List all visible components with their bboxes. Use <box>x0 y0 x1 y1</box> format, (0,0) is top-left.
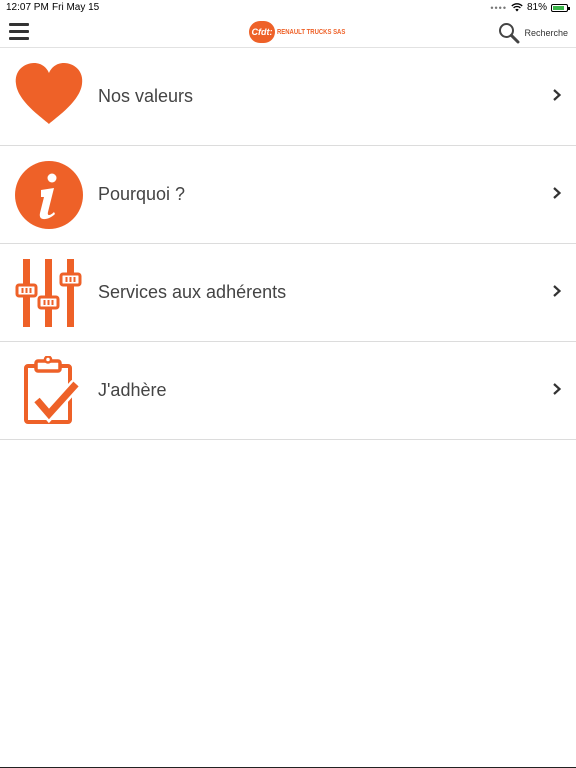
signal-dots-icon: •••• <box>490 2 507 13</box>
search-label: Recherche <box>524 28 568 38</box>
status-right: •••• 81% <box>490 2 570 13</box>
menu-list: Nos valeurs Pourquoi ? Services aux adhé… <box>0 48 576 440</box>
hamburger-icon <box>9 30 29 33</box>
chevron-right-icon <box>553 89 562 101</box>
menu-item-services-aux-adherents[interactable]: Services aux adhérents <box>0 244 576 342</box>
chevron-right-icon <box>553 383 562 395</box>
sliders-icon <box>15 259 82 327</box>
clipboard-check-icon <box>24 356 81 424</box>
logo-badge: Cfdt: <box>249 21 275 43</box>
heart-icon <box>15 63 83 124</box>
info-icon <box>15 161 83 229</box>
hamburger-menu-button[interactable] <box>9 23 29 41</box>
battery-percent: 81% <box>526 2 547 13</box>
menu-item-nos-valeurs[interactable]: Nos valeurs <box>0 48 576 146</box>
logo-text: RENAULT TRUCKS SAS <box>277 28 346 36</box>
chevron-right-icon <box>553 187 562 199</box>
chevron-right-icon <box>553 285 562 297</box>
menu-item-label: Pourquoi ? <box>98 184 186 204</box>
status-bar: 12:07 PM Fri May 15 •••• 81% <box>0 0 576 16</box>
search-button[interactable]: Recherche <box>498 22 568 44</box>
menu-item-pourquoi[interactable]: Pourquoi ? <box>0 146 576 244</box>
menu-item-label: J'adhère <box>98 380 167 400</box>
hamburger-icon <box>9 37 29 40</box>
hamburger-icon <box>9 23 29 26</box>
wifi-icon <box>511 3 523 12</box>
search-icon <box>499 23 520 44</box>
status-date: Fri May 15 <box>52 2 100 13</box>
battery-icon <box>551 3 570 12</box>
battery-fill <box>553 5 564 10</box>
menu-item-j-adhere[interactable]: J'adhère <box>0 342 576 440</box>
app-logo: Cfdt: RENAULT TRUCKS SAS <box>249 20 357 44</box>
status-time: 12:07 PM <box>6 2 49 13</box>
menu-item-label: Nos valeurs <box>98 86 194 106</box>
nav-bar: Cfdt: RENAULT TRUCKS SAS Recherche <box>0 16 576 48</box>
menu-item-label: Services aux adhérents <box>98 282 287 302</box>
